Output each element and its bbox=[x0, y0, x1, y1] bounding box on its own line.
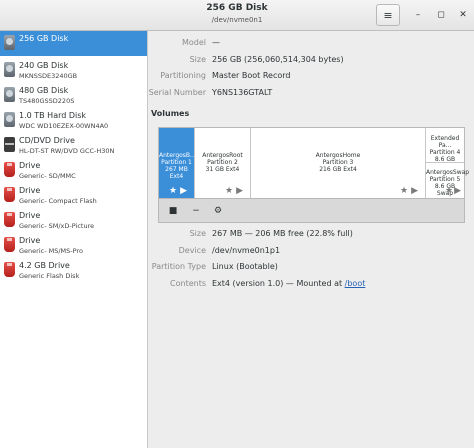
size-value: 256 GB (256,060,514,304 bytes) bbox=[212, 55, 344, 64]
flash-drive-icon bbox=[4, 237, 15, 252]
partition-icons: ★▶ bbox=[445, 186, 462, 196]
star-icon: ★ bbox=[400, 186, 412, 196]
partition-1[interactable]: AntergosB... Partition 1 267 MB Ext4 ★▶ bbox=[159, 128, 196, 198]
partition-2[interactable]: AntergosRoot Partition 2 31 GB Ext4 ★▶ bbox=[195, 128, 251, 198]
flash-drive-icon bbox=[4, 162, 15, 177]
partition-icons: ★▶ bbox=[225, 186, 246, 196]
minus-icon: − bbox=[192, 206, 200, 216]
partition-5-swap[interactable]: AntergosSwap Partition 5 8.6 GB Swap ★▶ bbox=[426, 163, 469, 198]
hard-disk-icon bbox=[4, 62, 15, 77]
partition-3[interactable]: AntergosHome Partition 3 216 GB Ext4 ★▶ bbox=[251, 128, 426, 198]
delete-partition-button[interactable]: − bbox=[188, 203, 204, 219]
device-label: Device bbox=[178, 246, 206, 255]
disk-item-4gb-flash[interactable]: 4.2 GB Drive Generic Flash Disk bbox=[0, 258, 147, 283]
minimize-button[interactable]: – bbox=[410, 7, 426, 23]
disk-item-cd-dvd[interactable]: CD/DVD Drive HL-DT-ST RW/DVD GCC-H30N bbox=[0, 133, 147, 158]
disk-model: HL-DT-ST RW/DVD GCC-H30N bbox=[19, 147, 115, 155]
disk-name: CD/DVD Drive bbox=[19, 136, 75, 145]
play-icon: ▶ bbox=[180, 186, 190, 196]
disk-name: 480 GB Disk bbox=[19, 86, 69, 95]
partition-type-value: Linux (Bootable) bbox=[212, 262, 278, 271]
partition-icons: ★▶ bbox=[169, 186, 190, 196]
hard-disk-icon bbox=[4, 35, 15, 50]
serial-label: Serial Number bbox=[148, 88, 206, 97]
volumes-graphic: AntergosB... Partition 1 267 MB Ext4 ★▶ … bbox=[158, 127, 469, 199]
disk-item-sd-mmc[interactable]: Drive Generic- SD/MMC bbox=[0, 158, 147, 183]
star-icon: ★ bbox=[445, 186, 455, 196]
disk-model: TS480GSSD220S bbox=[19, 97, 75, 105]
partitioning-value: Master Boot Record bbox=[212, 71, 291, 80]
disk-item-ms-pro[interactable]: Drive Generic- MS/MS-Pro bbox=[0, 233, 147, 258]
contents-text: Ext4 (version 1.0) — Mounted at bbox=[212, 279, 343, 288]
partitioning-label: Partitioning bbox=[160, 71, 206, 80]
header-bar: 256 GB Disk /dev/nvme0n1 ≡ – ◻ ✕ bbox=[0, 0, 474, 31]
contents-value: Ext4 (version 1.0) — Mounted at /boot bbox=[212, 279, 365, 288]
flash-drive-icon bbox=[4, 187, 15, 202]
optical-drive-icon bbox=[4, 137, 15, 152]
disk-model: Generic Flash Disk bbox=[19, 272, 80, 280]
model-label: Model bbox=[181, 38, 206, 47]
hard-disk-icon bbox=[4, 87, 15, 102]
device-value: /dev/nvme0n1p1 bbox=[212, 246, 281, 255]
contents-label: Contents bbox=[170, 279, 206, 288]
unmount-button[interactable]: ■ bbox=[165, 203, 181, 219]
partition-label: AntergosRoot Partition 2 31 GB Ext4 bbox=[202, 152, 243, 173]
disk-model: Generic- Compact Flash bbox=[19, 197, 97, 205]
disk-name: Drive bbox=[19, 161, 41, 170]
partition-label: AntergosHome Partition 3 216 GB Ext4 bbox=[315, 152, 361, 173]
partition-extended-group: Extended Pa... Partition 4 8.6 GB Anterg… bbox=[426, 128, 469, 198]
volumes-heading: Volumes bbox=[151, 109, 190, 118]
disk-item-480gb[interactable]: 480 GB Disk TS480GSSD220S bbox=[0, 83, 147, 108]
hard-disk-icon bbox=[4, 112, 15, 127]
mount-point-link[interactable]: /boot bbox=[345, 279, 366, 288]
maximize-button[interactable]: ◻ bbox=[433, 7, 449, 23]
serial-value: Y6NS136GTALT bbox=[212, 88, 273, 97]
disk-name: 4.2 GB Drive bbox=[19, 261, 70, 270]
volumes-toolbar: ■ − ⚙ bbox=[158, 199, 465, 223]
window-title: 256 GB Disk bbox=[206, 3, 268, 13]
gears-icon: ⚙ bbox=[213, 206, 223, 216]
partition-size-value: 267 MB — 206 MB free (22.8% full) bbox=[212, 229, 353, 238]
menu-button[interactable]: ≡ bbox=[376, 4, 400, 26]
flash-drive-icon bbox=[4, 212, 15, 227]
window-subtitle: /dev/nvme0n1 bbox=[211, 16, 263, 24]
disk-model: Generic- SM/xD-Picture bbox=[19, 222, 95, 230]
disk-name: Drive bbox=[19, 236, 41, 245]
disk-sidebar: 256 GB Disk 240 GB Disk MKNSSDE3240GB 48… bbox=[0, 31, 148, 448]
disk-model: Generic- MS/MS-Pro bbox=[19, 247, 83, 255]
disk-model: WDC WD10EZEX-00WN4A0 bbox=[19, 122, 109, 130]
star-icon: ★ bbox=[169, 186, 181, 196]
disk-name: Drive bbox=[19, 186, 41, 195]
play-icon: ▶ bbox=[236, 186, 246, 196]
hamburger-icon: ≡ bbox=[383, 8, 393, 22]
star-icon: ★ bbox=[225, 186, 237, 196]
disk-model: MKNSSDE3240GB bbox=[19, 72, 78, 80]
size-label: Size bbox=[189, 55, 206, 64]
flash-drive-icon bbox=[4, 262, 15, 277]
partition-icons: ★▶ bbox=[400, 186, 421, 196]
disk-item-compact-flash[interactable]: Drive Generic- Compact Flash bbox=[0, 183, 147, 208]
disk-item-256gb[interactable]: 256 GB Disk bbox=[0, 31, 147, 56]
play-icon: ▶ bbox=[454, 186, 462, 196]
disk-name: Drive bbox=[19, 211, 41, 220]
disk-details-panel: Model — Size 256 GB (256,060,514,304 byt… bbox=[148, 31, 474, 448]
disk-item-1tb[interactable]: 1.0 TB Hard Disk WDC WD10EZEX-00WN4A0 bbox=[0, 108, 147, 133]
partition-type-label: Partition Type bbox=[151, 262, 206, 271]
disk-name: 240 GB Disk bbox=[19, 61, 69, 70]
disk-model: Generic- SD/MMC bbox=[19, 172, 76, 180]
partition-label: Extended Pa... Partition 4 8.6 GB bbox=[429, 135, 461, 163]
model-value: — bbox=[212, 38, 220, 47]
partition-4-extended[interactable]: Extended Pa... Partition 4 8.6 GB bbox=[426, 128, 464, 163]
partition-size-label: Size bbox=[189, 229, 206, 238]
partition-options-button[interactable]: ⚙ bbox=[210, 203, 226, 219]
close-button[interactable]: ✕ bbox=[455, 7, 471, 23]
disk-name: 1.0 TB Hard Disk bbox=[19, 111, 87, 120]
disk-name: 256 GB Disk bbox=[19, 34, 69, 43]
disk-item-sm-xd[interactable]: Drive Generic- SM/xD-Picture bbox=[0, 208, 147, 233]
disk-item-240gb[interactable]: 240 GB Disk MKNSSDE3240GB bbox=[0, 58, 147, 83]
play-icon: ▶ bbox=[411, 186, 421, 196]
stop-icon: ■ bbox=[168, 206, 178, 216]
partition-label: AntergosB... Partition 1 267 MB Ext4 bbox=[159, 152, 196, 180]
